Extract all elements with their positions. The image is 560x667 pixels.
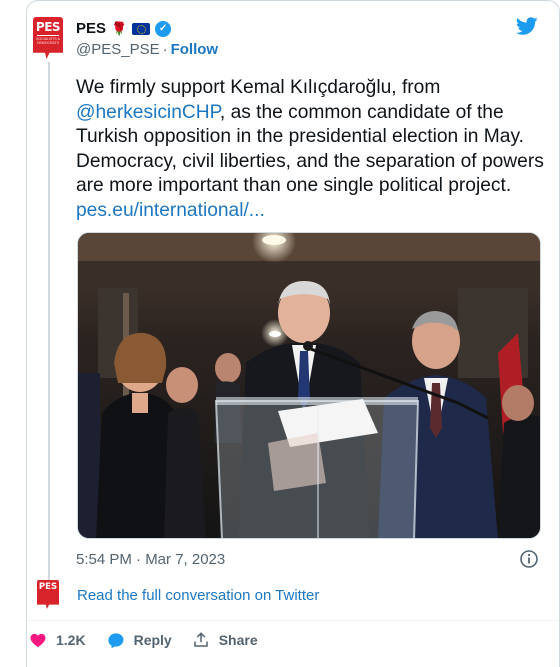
- author-avatar[interactable]: PES SOCIALISTS & DEMOCRATS: [33, 17, 63, 59]
- follow-button[interactable]: Follow: [171, 41, 219, 58]
- author-name-row: PES 🌹 ✓: [76, 20, 172, 37]
- read-full-conversation-link[interactable]: Read the full conversation on Twitter: [77, 587, 319, 604]
- separator-dot: ·: [162, 41, 168, 58]
- like-count: 1.2K: [56, 632, 86, 648]
- eu-flag-icon: [132, 22, 151, 35]
- twitter-bird-icon[interactable]: [514, 15, 540, 37]
- tweet-photo[interactable]: [77, 232, 541, 539]
- tweet-text: We firmly support Kemal Kılıçdaroğlu, fr…: [76, 76, 546, 224]
- actions-divider: [27, 620, 559, 621]
- press-conference-photo: [78, 233, 540, 538]
- heart-icon: [30, 633, 46, 648]
- verified-badge-icon: ✓: [155, 20, 172, 37]
- author-handle[interactable]: @PES_PSE: [76, 41, 160, 58]
- avatar-subtext: SOCIALISTS & DEMOCRATS: [36, 37, 60, 45]
- share-label: Share: [218, 632, 258, 648]
- info-icon[interactable]: [519, 549, 539, 569]
- tweet-actions: 1.2K Reply Share: [28, 629, 258, 651]
- author-name[interactable]: PES: [76, 20, 106, 37]
- like-button[interactable]: 1.2K: [29, 631, 86, 649]
- avatar-rule: [37, 35, 59, 36]
- rose-icon: 🌹: [111, 21, 128, 36]
- thread-line: [48, 62, 50, 580]
- share-button[interactable]: Share: [192, 631, 258, 649]
- reply-label: Reply: [133, 632, 172, 648]
- avatar-logo-text: PES: [35, 20, 61, 34]
- reply-bubble-icon: [107, 632, 123, 648]
- tweet-timestamp[interactable]: 5:54 PM · Mar 7, 2023: [76, 551, 225, 568]
- article-link[interactable]: pes.eu/international/...: [76, 200, 265, 221]
- mention-link[interactable]: @herkesicinCHP: [76, 102, 220, 123]
- tweet-text-part1: We firmly support Kemal Kılıçdaroğlu, fr…: [76, 77, 441, 98]
- share-icon: [193, 632, 208, 647]
- reply-button[interactable]: Reply: [106, 631, 172, 650]
- author-handle-row: @PES_PSE · Follow: [76, 41, 218, 58]
